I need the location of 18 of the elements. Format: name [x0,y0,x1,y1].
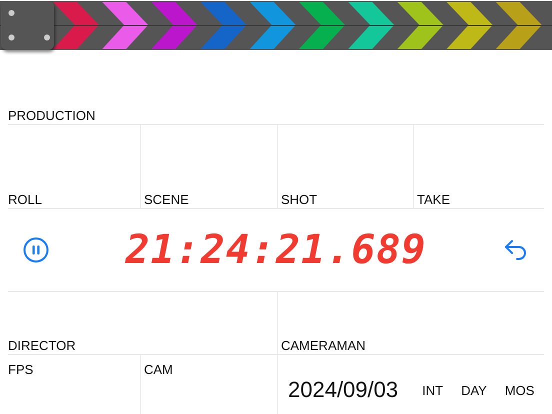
field-label: SCENE [144,192,189,207]
production-label: PRODUCTION [8,108,96,123]
field-label: TAKE [417,192,450,207]
field-label: ROLL [8,192,42,207]
date-text: 2024/09/03 [288,377,398,403]
crew-label: CAMERAMAN [281,338,366,353]
camera-label: FPS [8,362,34,377]
crew-label: DIRECTOR [8,338,76,353]
scene-tag-button[interactable]: INT [422,382,444,398]
timecode-display: 21:24:21.689 [126,227,426,273]
pause-icon [23,237,49,263]
camera-label: CAM [144,362,173,377]
undo-icon [502,237,529,263]
scene-tag-button[interactable]: MOS [504,382,534,398]
pause-button[interactable] [23,237,49,263]
field-label: SHOT [281,192,318,207]
undo-button[interactable] [502,237,529,263]
scene-tag-button[interactable]: DAY [461,382,487,398]
